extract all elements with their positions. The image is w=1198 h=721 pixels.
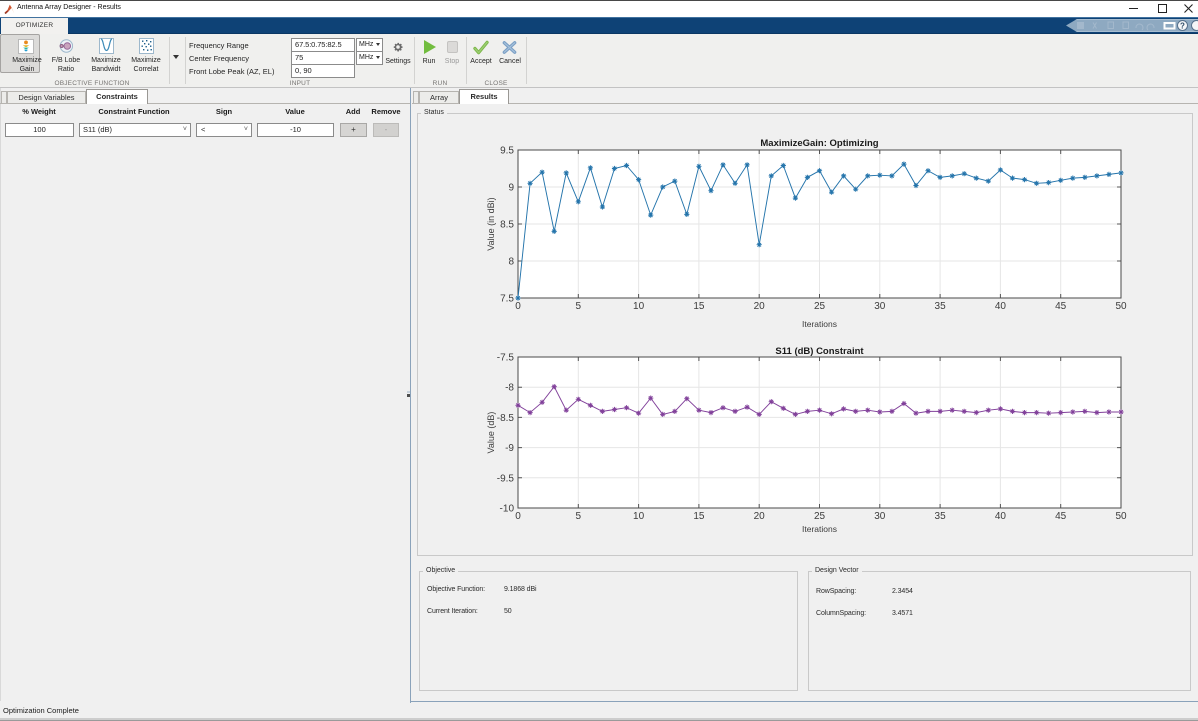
svg-text:20: 20 (754, 301, 766, 312)
svg-text:MaximizeGain: Optimizing: MaximizeGain: Optimizing (760, 138, 878, 149)
svg-text:-9: -9 (505, 443, 514, 454)
svg-text:Iterations: Iterations (802, 524, 837, 534)
svg-text:10: 10 (633, 301, 645, 312)
svg-text:35: 35 (935, 511, 947, 522)
svg-text:8.5: 8.5 (500, 220, 514, 231)
svg-text:20: 20 (754, 511, 766, 522)
svg-text:9: 9 (508, 183, 514, 194)
svg-text:10: 10 (633, 511, 645, 522)
svg-text:35: 35 (935, 301, 947, 312)
svg-text:Value (in dBi): Value (in dBi) (486, 197, 496, 250)
svg-text:25: 25 (814, 511, 826, 522)
svg-text:0: 0 (515, 301, 521, 312)
svg-text:8: 8 (508, 257, 514, 268)
svg-text:9.5: 9.5 (500, 146, 514, 157)
svg-text:30: 30 (874, 301, 886, 312)
svg-text:5: 5 (576, 301, 582, 312)
svg-text:0: 0 (515, 511, 521, 522)
svg-text:30: 30 (874, 511, 886, 522)
svg-text:-10: -10 (500, 504, 515, 515)
svg-text:15: 15 (693, 511, 705, 522)
svg-text:45: 45 (1055, 511, 1067, 522)
svg-text:Value (dB): Value (dB) (486, 412, 496, 454)
svg-text:-9.5: -9.5 (497, 473, 515, 484)
svg-text:50: 50 (1115, 511, 1127, 522)
svg-text:-7.5: -7.5 (497, 353, 515, 364)
svg-text:15: 15 (693, 301, 705, 312)
svg-text:-8: -8 (505, 383, 514, 394)
svg-text:5: 5 (576, 511, 582, 522)
svg-text:-8.5: -8.5 (497, 413, 515, 424)
svg-text:45: 45 (1055, 301, 1067, 312)
svg-text:7.5: 7.5 (500, 294, 514, 305)
svg-text:50: 50 (1115, 301, 1127, 312)
svg-text:Iterations: Iterations (802, 319, 837, 329)
svg-text:40: 40 (995, 301, 1007, 312)
svg-text:25: 25 (814, 301, 826, 312)
svg-text:40: 40 (995, 511, 1007, 522)
svg-text:S11 (dB) Constraint: S11 (dB) Constraint (775, 346, 864, 357)
